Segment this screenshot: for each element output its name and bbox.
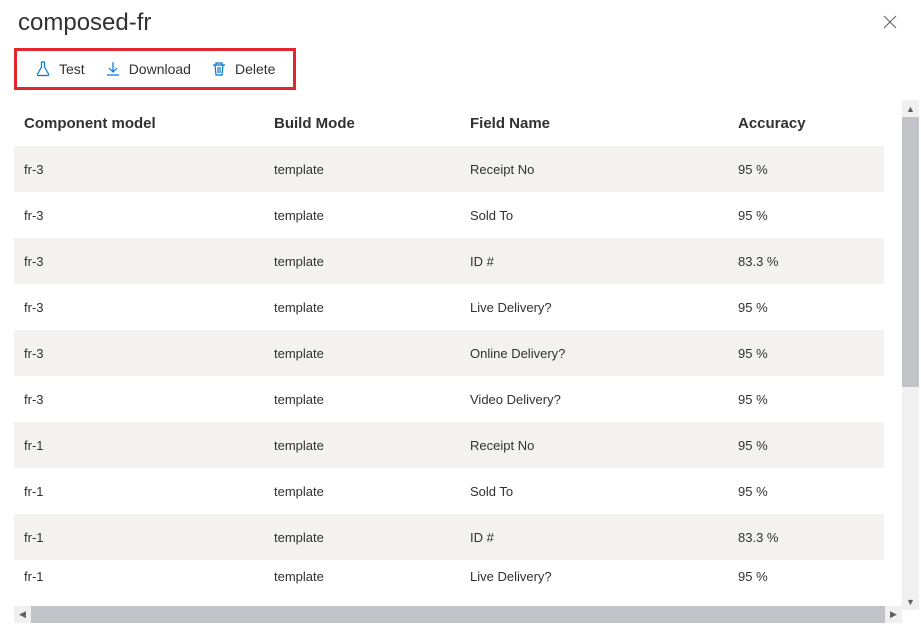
cell-component-model: fr-1 [24,438,274,453]
cell-component-model: fr-1 [24,530,274,545]
col-component-model[interactable]: Component model [24,115,274,132]
table-header: Component model Build Mode Field Name Ac… [14,100,884,146]
cell-accuracy: 95 % [738,569,874,584]
cell-component-model: fr-3 [24,346,274,361]
delete-label: Delete [235,61,275,77]
cell-accuracy: 95 % [738,208,874,223]
cell-build-mode: template [274,254,470,269]
horizontal-scroll-thumb[interactable] [31,606,885,623]
horizontal-scrollbar[interactable]: ◀ ▶ [14,606,902,623]
scroll-down-arrow[interactable]: ▼ [902,593,919,610]
delete-button[interactable]: Delete [211,61,275,77]
cell-accuracy: 83.3 % [738,530,874,545]
scroll-right-arrow[interactable]: ▶ [885,606,902,623]
download-button[interactable]: Download [105,61,191,77]
table-row[interactable]: fr-1 template Live Delivery? 95 % [14,560,884,592]
cell-build-mode: template [274,162,470,177]
close-button[interactable] [877,8,903,38]
scroll-up-arrow[interactable]: ▲ [902,100,919,117]
cell-accuracy: 95 % [738,162,874,177]
cell-component-model: fr-3 [24,254,274,269]
table-row[interactable]: fr-3 template Online Delivery? 95 % [14,330,884,376]
cell-build-mode: template [274,392,470,407]
page-title: composed-fr [18,9,151,37]
cell-build-mode: template [274,438,470,453]
cell-field-name: Sold To [470,208,738,223]
cell-field-name: ID # [470,254,738,269]
close-icon [883,15,897,29]
cell-component-model: fr-3 [24,300,274,315]
cell-component-model: fr-3 [24,208,274,223]
test-label: Test [59,61,85,77]
table-row[interactable]: fr-3 template Receipt No 95 % [14,146,884,192]
cell-field-name: Live Delivery? [470,569,738,584]
col-field-name[interactable]: Field Name [470,115,738,132]
cell-accuracy: 95 % [738,346,874,361]
command-bar: Test Download Delete [14,48,296,90]
cell-build-mode: template [274,530,470,545]
cell-field-name: Sold To [470,484,738,499]
table-row[interactable]: fr-3 template Live Delivery? 95 % [14,284,884,330]
cell-field-name: Online Delivery? [470,346,738,361]
cell-component-model: fr-1 [24,484,274,499]
trash-icon [211,61,227,77]
flask-icon [35,61,51,77]
cell-build-mode: template [274,208,470,223]
cell-build-mode: template [274,569,470,584]
cell-accuracy: 83.3 % [738,254,874,269]
cell-build-mode: template [274,484,470,499]
cell-field-name: Receipt No [470,162,738,177]
table-row[interactable]: fr-3 template Sold To 95 % [14,192,884,238]
test-button[interactable]: Test [35,61,85,77]
component-table: Component model Build Mode Field Name Ac… [14,100,884,592]
cell-component-model: fr-1 [24,569,274,584]
table-row[interactable]: fr-1 template ID # 83.3 % [14,514,884,560]
vertical-scrollbar[interactable]: ▲ ▼ [902,100,919,610]
cell-accuracy: 95 % [738,438,874,453]
table-row[interactable]: fr-1 template Sold To 95 % [14,468,884,514]
cell-field-name: Video Delivery? [470,392,738,407]
cell-component-model: fr-3 [24,162,274,177]
col-build-mode[interactable]: Build Mode [274,115,470,132]
cell-accuracy: 95 % [738,300,874,315]
table-row[interactable]: fr-1 template Receipt No 95 % [14,422,884,468]
scroll-left-arrow[interactable]: ◀ [14,606,31,623]
cell-accuracy: 95 % [738,484,874,499]
cell-field-name: ID # [470,530,738,545]
download-label: Download [129,61,191,77]
table-row[interactable]: fr-3 template ID # 83.3 % [14,238,884,284]
cell-build-mode: template [274,346,470,361]
cell-field-name: Live Delivery? [470,300,738,315]
cell-component-model: fr-3 [24,392,274,407]
cell-accuracy: 95 % [738,392,874,407]
cell-build-mode: template [274,300,470,315]
col-accuracy[interactable]: Accuracy [738,115,874,132]
vertical-scroll-thumb[interactable] [902,117,919,387]
table-row[interactable]: fr-3 template Video Delivery? 95 % [14,376,884,422]
download-icon [105,61,121,77]
cell-field-name: Receipt No [470,438,738,453]
